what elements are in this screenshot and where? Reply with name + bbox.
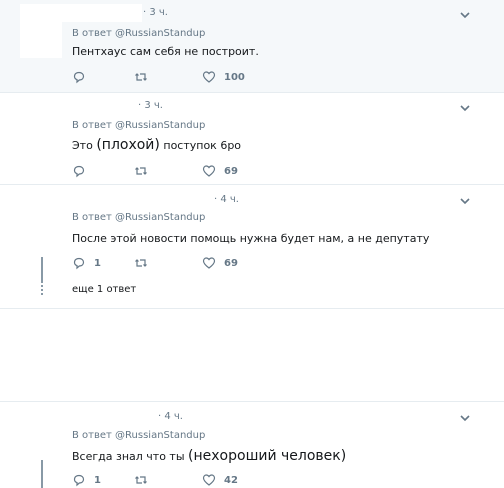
retweet-icon [135,73,147,81]
reply-context: В ответ @RussianStandup [72,430,205,441]
tweet-1[interactable]: · 3 ч. В ответ @RussianStandup Пентхаус … [0,0,504,92]
reply-count: 1 [94,257,101,269]
like-button[interactable]: 42 [202,472,238,488]
tweet-text-censored: (плохой) [96,137,160,153]
retweet-button[interactable] [134,163,148,179]
like-button[interactable]: 69 [202,255,238,271]
tweet-actions: 1 42 [72,472,272,488]
tweet-3[interactable]: · 4 ч. В ответ @RussianStandup После это… [0,185,504,307]
reply-handle-link[interactable]: @RussianStandup [115,430,205,441]
like-count: 69 [224,257,238,269]
thread-dots [41,285,43,297]
reply-icon [73,474,85,487]
tweet-text: После этой новости помощь нужна будет на… [72,232,430,245]
separator [0,308,504,309]
reply-context: В ответ @RussianStandup [72,212,205,223]
tweet-text: Всегда знал что ты (нехороший человек) [72,448,346,464]
redacted-username [62,4,142,22]
reply-context: В ответ @RussianStandup [72,28,205,39]
tweet-text: Это (плохой) поступок 6ро [72,137,241,153]
reply-handle-link[interactable]: @RussianStandup [115,212,205,223]
tweet-actions: 69 [72,163,272,179]
tweet-text-start: Это [72,139,93,152]
like-count: 69 [224,165,238,177]
reply-handle-link[interactable]: @RussianStandup [115,28,205,39]
like-icon [202,257,216,269]
tweet-4[interactable]: · 4 ч. В ответ @RussianStandup Всегда зн… [0,402,504,488]
tweet-text: Пентхаус сам себя не построит. [72,45,259,58]
redacted-avatar [20,4,62,58]
retweet-icon [135,476,147,484]
thread-line [41,460,43,488]
tweet-time[interactable]: · 4 ч. [214,194,239,205]
reply-button[interactable]: 1 [72,255,101,271]
tweet-2[interactable]: · 3 ч. В ответ @RussianStandup Это (плох… [0,93,504,184]
reply-prefix: В ответ [72,430,112,441]
redacted-avatar [38,93,138,115]
reply-button[interactable] [72,69,94,85]
tweet-actions: 1 69 [72,255,272,271]
tweet-actions: 100 [72,69,272,85]
reply-button[interactable]: 1 [72,472,101,488]
like-count: 42 [224,474,238,486]
reply-handle-link[interactable]: @RussianStandup [115,120,205,131]
thread-line [41,257,43,283]
retweet-button[interactable] [134,472,148,488]
chevron-down-icon[interactable] [458,411,472,425]
chevron-down-icon[interactable] [458,194,472,208]
reply-icon [73,257,85,270]
like-icon [202,474,216,486]
reply-icon [73,165,85,178]
tweet-text-censored: (нехороший человек) [188,448,347,464]
tweet-text-end: поступок 6ро [163,139,242,152]
show-more-replies-link[interactable]: еще 1 ответ [72,284,136,295]
reply-prefix: В ответ [72,120,112,131]
reply-count: 1 [94,474,101,486]
retweet-icon [135,259,147,267]
reply-icon [73,71,85,84]
tweet-time[interactable]: · 3 ч. [138,100,163,111]
retweet-button[interactable] [134,255,148,271]
retweet-button[interactable] [134,69,148,85]
tweet-time[interactable]: · 3 ч. [143,7,168,18]
reply-context: В ответ @RussianStandup [72,120,205,131]
chevron-down-icon[interactable] [458,8,472,22]
like-button[interactable]: 69 [202,163,238,179]
tweet-time[interactable]: · 4 ч. [158,411,183,422]
retweet-icon [135,167,147,175]
like-button[interactable]: 100 [202,69,245,85]
like-icon [202,71,216,83]
like-count: 100 [224,71,245,83]
reply-button[interactable] [72,163,94,179]
chevron-down-icon[interactable] [458,101,472,115]
tweet-text-start: Всегда знал что ты [72,450,185,463]
like-icon [202,165,216,177]
reply-prefix: В ответ [72,212,112,223]
reply-prefix: В ответ [72,28,112,39]
